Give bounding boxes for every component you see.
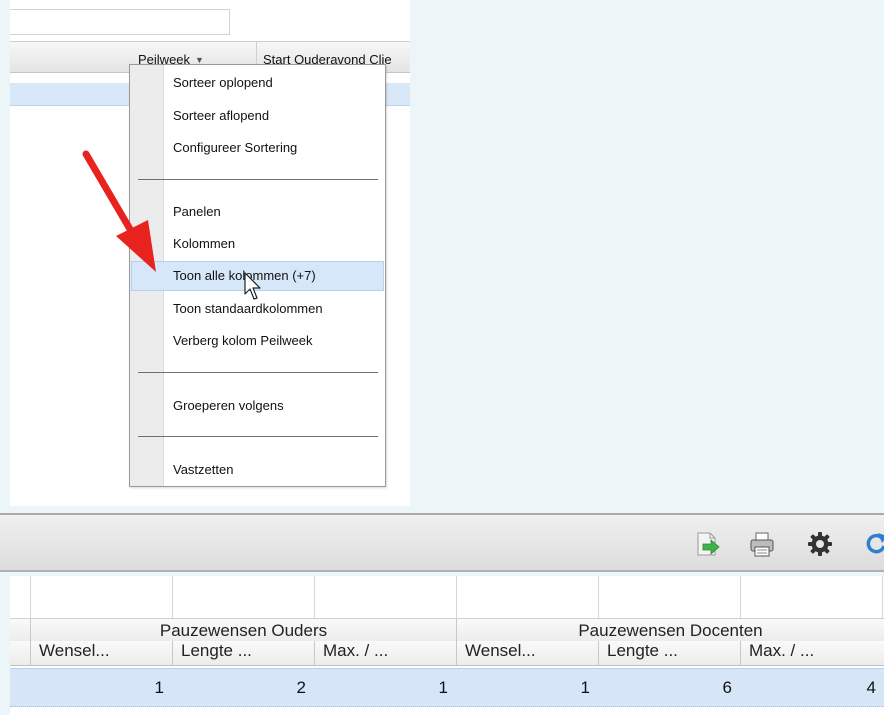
- menu-item-group-by[interactable]: Groeperen volgens: [131, 391, 384, 421]
- menu-item-freeze[interactable]: Vastzetten: [131, 455, 384, 485]
- menu-item-label: Configureer Sortering: [173, 140, 298, 155]
- bottom-grid-panel: ? Pauzewensen Ouders Pauzewensen Docente…: [0, 513, 884, 715]
- table-row[interactable]: 1 2 1 1 6 4: [10, 668, 884, 707]
- filter-input[interactable]: [10, 9, 230, 35]
- menu-item-sort-descending[interactable]: Sorteer aflopend: [131, 101, 384, 131]
- data-grid: ? Pauzewensen Ouders Pauzewensen Docente…: [10, 576, 884, 715]
- print-icon[interactable]: [748, 530, 776, 558]
- group-header-pauzewensen-ouders: Pauzewensen Ouders: [30, 619, 456, 641]
- menu-separator: [138, 179, 378, 180]
- table-cell[interactable]: 1: [314, 669, 456, 706]
- menu-item-label: Sorteer oplopend: [173, 75, 273, 90]
- export-icon[interactable]: [694, 530, 722, 558]
- column-header-wensel[interactable]: Wensel...: [30, 641, 172, 665]
- filter-row: [10, 576, 884, 619]
- settings-gear-icon[interactable]: [806, 530, 834, 558]
- column-header-lengte[interactable]: Lengte ...: [598, 641, 740, 665]
- filter-cell[interactable]: [598, 576, 740, 618]
- table-cell[interactable]: 2: [172, 669, 314, 706]
- column-group-header-row: Pauzewensen Ouders Pauzewensen Docenten: [10, 619, 884, 642]
- grid-toolbar: [0, 513, 884, 572]
- filter-cell[interactable]: [740, 576, 882, 618]
- table-cell[interactable]: 1: [456, 669, 598, 706]
- table-cell[interactable]: 6: [598, 669, 740, 706]
- refresh-icon[interactable]: [862, 530, 884, 558]
- column-header-row: Wensel... Lengte ... Max. / ... Wensel..…: [10, 641, 884, 666]
- filter-cell[interactable]: [456, 576, 598, 618]
- menu-item-label: Panelen: [173, 204, 221, 219]
- menu-item-label: Kolommen: [173, 236, 236, 251]
- mouse-pointer-icon: [244, 272, 261, 300]
- column-header-wensel[interactable]: Wensel...: [456, 641, 598, 665]
- filter-cell[interactable]: [172, 576, 314, 618]
- red-arrow-icon: [82, 150, 156, 272]
- menu-separator: [138, 372, 378, 373]
- column-header-max[interactable]: Max. / ...: [314, 641, 456, 665]
- filter-cell[interactable]: [314, 576, 456, 618]
- menu-item-label: Sorteer aflopend: [173, 108, 270, 123]
- menu-separator: [138, 436, 378, 437]
- group-header-pauzewensen-docenten: Pauzewensen Docenten: [456, 619, 884, 641]
- table-cell[interactable]: 4: [740, 669, 884, 706]
- menu-item-sort-ascending[interactable]: Sorteer oplopend: [131, 68, 384, 98]
- menu-item-label: Vastzetten: [173, 462, 234, 477]
- column-header-lengte[interactable]: Lengte ...: [172, 641, 314, 665]
- menu-item-hide-column[interactable]: Verberg kolom Peilweek: [131, 326, 384, 356]
- filter-cell[interactable]: [30, 576, 172, 618]
- table-cell[interactable]: 1: [30, 669, 172, 706]
- menu-item-label: Groeperen volgens: [173, 398, 284, 413]
- menu-item-label: Verberg kolom Peilweek: [173, 333, 313, 348]
- column-header-max[interactable]: Max. / ...: [740, 641, 884, 665]
